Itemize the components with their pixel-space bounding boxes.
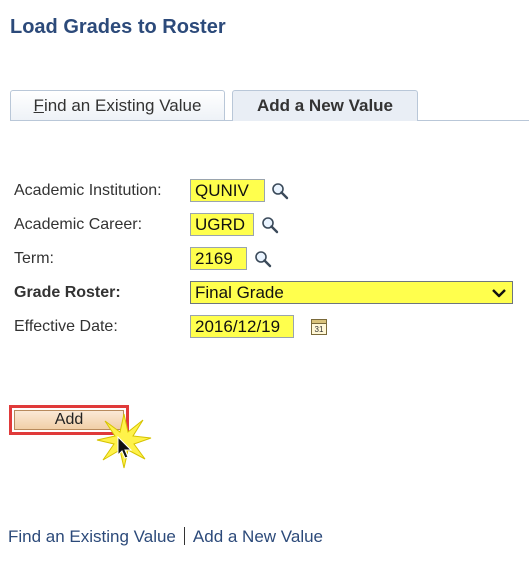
mouse-cursor-icon bbox=[117, 436, 133, 459]
tab-find-existing-value[interactable]: Find an Existing Value bbox=[10, 90, 225, 120]
academic-institution-input[interactable]: QUNIV bbox=[190, 179, 265, 202]
academic-institution-label: Academic Institution: bbox=[14, 182, 162, 199]
search-icon[interactable] bbox=[254, 250, 272, 268]
grade-roster-select[interactable]: Final Grade bbox=[190, 281, 513, 304]
calendar-day-glyph: 31 bbox=[315, 325, 324, 334]
link-separator bbox=[183, 527, 185, 545]
calendar-icon[interactable]: 31 bbox=[311, 317, 327, 335]
effective-date-input[interactable]: 2016/12/19 bbox=[190, 315, 294, 338]
term-input[interactable]: 2169 bbox=[190, 247, 247, 270]
search-icon[interactable] bbox=[261, 216, 279, 234]
chevron-down-icon bbox=[492, 289, 506, 298]
bottom-links: Find an Existing Value Add a New Value bbox=[8, 527, 323, 547]
grade-roster-label: Grade Roster: bbox=[14, 284, 121, 301]
tab-bar: Find an Existing Value Add a New Value bbox=[10, 90, 529, 122]
term-label: Term: bbox=[14, 250, 54, 267]
page-title: Load Grades to Roster bbox=[10, 16, 226, 38]
grade-roster-selected-value: Final Grade bbox=[195, 283, 284, 302]
tab-label-rest: ind an Existing Value bbox=[43, 96, 202, 115]
tab-access-key: F bbox=[33, 96, 44, 115]
add-new-value-link[interactable]: Add a New Value bbox=[193, 527, 323, 546]
calendar-icon-graphic: 31 bbox=[311, 319, 327, 335]
academic-career-input[interactable]: UGRD bbox=[190, 213, 254, 236]
effective-date-label: Effective Date: bbox=[14, 318, 118, 335]
find-existing-value-link[interactable]: Find an Existing Value bbox=[8, 527, 176, 546]
academic-career-label: Academic Career: bbox=[14, 216, 143, 233]
tab-add-new-value[interactable]: Add a New Value bbox=[232, 90, 418, 121]
search-icon[interactable] bbox=[271, 182, 289, 200]
